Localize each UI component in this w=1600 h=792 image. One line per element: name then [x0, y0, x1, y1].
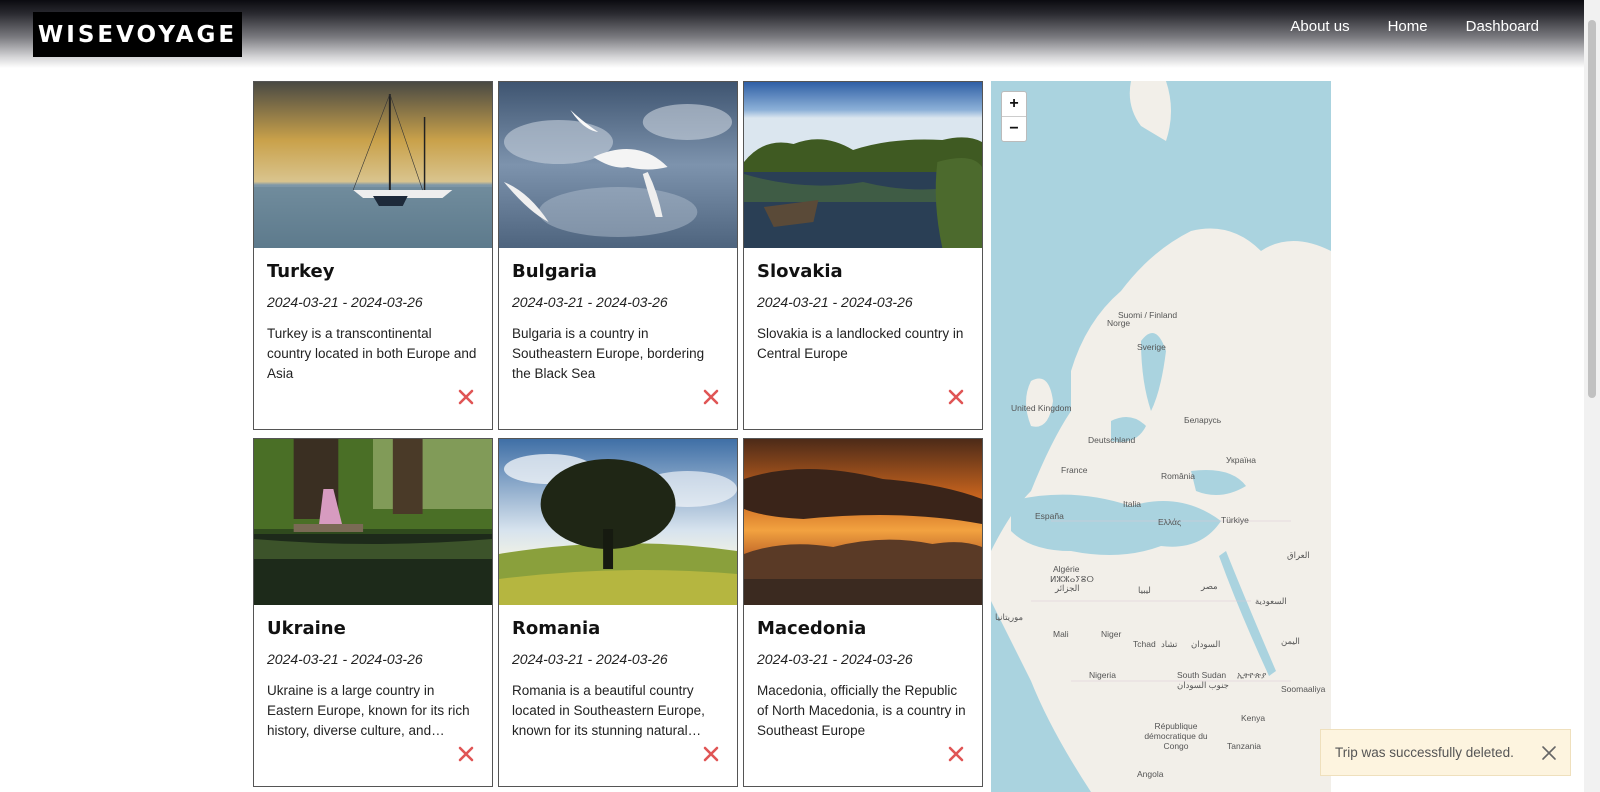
map-label: Беларусь: [1184, 415, 1222, 425]
map-label: République démocratique du Congo: [1144, 721, 1208, 751]
trip-title: Turkey: [267, 261, 335, 282]
map-label: Tchad: [1133, 639, 1156, 649]
trip-dates: 2024-03-21 - 2024-03-26: [512, 651, 668, 667]
map-label: Algérie: [1053, 564, 1080, 574]
nav-about-us[interactable]: About us: [1290, 18, 1349, 35]
logo[interactable]: WISEVOYAGE: [33, 12, 242, 57]
map-label: السعودية: [1255, 596, 1287, 606]
trip-card-macedonia: Macedonia 2024-03-21 - 2024-03-26 Macedo…: [743, 438, 983, 787]
trip-description: Bulgaria is a country in Southeastern Eu…: [512, 326, 705, 381]
trip-description: Turkey is a transcontinental country loc…: [267, 326, 477, 381]
map-label: Deutschland: [1088, 435, 1136, 445]
trip-title: Slovakia: [757, 261, 843, 282]
trip-dates: 2024-03-21 - 2024-03-26: [757, 651, 913, 667]
map-view[interactable]: + − Suomi / Finland Norge Sverige United…: [991, 81, 1331, 792]
map-label: موريتانيا: [995, 612, 1024, 622]
trip-description: Macedonia, officially the Republic of No…: [757, 683, 966, 738]
toast-notification: Trip was successfully deleted.: [1320, 729, 1571, 776]
map-label: Niger: [1101, 629, 1122, 639]
zoom-out-button[interactable]: −: [1002, 116, 1026, 141]
map-label: Kenya: [1241, 713, 1266, 723]
map-label: ኢትዮጵያ: [1237, 670, 1267, 680]
nav-home[interactable]: Home: [1388, 18, 1428, 35]
nav-dashboard[interactable]: Dashboard: [1466, 18, 1539, 35]
map-label: România: [1161, 471, 1196, 481]
delete-trip-icon[interactable]: [456, 387, 476, 407]
trip-card-bulgaria: Bulgaria 2024-03-21 - 2024-03-26 Bulgari…: [498, 81, 738, 430]
toast-message: Trip was successfully deleted.: [1335, 745, 1514, 760]
map-label: Soomaaliya: [1281, 684, 1326, 694]
trip-dates: 2024-03-21 - 2024-03-26: [267, 651, 423, 667]
trip-title: Ukraine: [267, 618, 346, 639]
delete-trip-icon[interactable]: [946, 387, 966, 407]
map-label: العراق: [1287, 550, 1310, 560]
map-label: Italia: [1123, 499, 1141, 509]
trip-title: Macedonia: [757, 618, 867, 639]
map-label: España: [1035, 511, 1064, 521]
trip-title: Bulgaria: [512, 261, 597, 282]
trip-image-tree: [499, 439, 737, 605]
trip-card-slovakia: Slovakia 2024-03-21 - 2024-03-26 Slovaki…: [743, 81, 983, 430]
map-label: Norge: [1107, 318, 1131, 328]
map-label: جنوب السودان: [1177, 680, 1229, 690]
delete-trip-icon[interactable]: [946, 744, 966, 764]
close-icon[interactable]: [1540, 744, 1558, 762]
main-nav: About us Home Dashboard: [1290, 18, 1539, 35]
map-label: مصر: [1201, 581, 1218, 591]
trip-card-romania: Romania 2024-03-21 - 2024-03-26 Romania …: [498, 438, 738, 787]
map-label: Tanzania: [1227, 741, 1262, 751]
map-label: ليبيا: [1138, 585, 1151, 595]
map-label: United Kingdom: [1011, 403, 1072, 413]
map-canvas: [991, 81, 1331, 792]
trip-image-forest: [254, 439, 492, 605]
trip-title: Romania: [512, 618, 601, 639]
trip-image-sailboats: [254, 82, 492, 248]
trip-description: Ukraine is a large country in Eastern Eu…: [267, 683, 470, 738]
delete-trip-icon[interactable]: [701, 744, 721, 764]
trip-image-seagulls: [499, 82, 737, 248]
map-label: Ελλάς: [1158, 517, 1182, 527]
map-label: South Sudan: [1177, 670, 1227, 680]
map-label: السودان: [1191, 639, 1221, 649]
map-label: الجزائر: [1055, 583, 1080, 593]
logo-text: WISEVOYAGE: [37, 21, 238, 48]
trip-dates: 2024-03-21 - 2024-03-26: [512, 294, 668, 310]
trip-image-lake: [744, 82, 982, 248]
delete-trip-icon[interactable]: [456, 744, 476, 764]
trip-card-turkey: Turkey 2024-03-21 - 2024-03-26 Turkey is…: [253, 81, 493, 430]
trip-dates: 2024-03-21 - 2024-03-26: [267, 294, 423, 310]
trip-card-ukraine: Ukraine 2024-03-21 - 2024-03-26 Ukraine …: [253, 438, 493, 787]
map-label: تشاد: [1161, 639, 1178, 649]
site-header: WISEVOYAGE About us Home Dashboard: [0, 0, 1584, 68]
map-label: France: [1061, 465, 1088, 475]
delete-trip-icon[interactable]: [701, 387, 721, 407]
map-label: اليمن: [1281, 636, 1300, 646]
map-label: Nigeria: [1089, 670, 1116, 680]
zoom-in-button[interactable]: +: [1002, 92, 1026, 116]
trip-image-sunset: [744, 439, 982, 605]
scrollbar-thumb[interactable]: [1588, 20, 1596, 398]
map-zoom-control: + −: [1001, 91, 1027, 142]
trip-description: Romania is a beautiful country located i…: [512, 683, 705, 738]
page-scrollbar[interactable]: [1584, 0, 1600, 792]
map-label: Angola: [1137, 769, 1164, 779]
map-label: Mali: [1053, 629, 1069, 639]
map-label: Україна: [1226, 455, 1256, 465]
map-label: Sverige: [1137, 342, 1166, 352]
map-label: Türkiye: [1221, 515, 1249, 525]
trip-description: Slovakia is a landlocked country in Cent…: [757, 326, 964, 361]
trip-dates: 2024-03-21 - 2024-03-26: [757, 294, 913, 310]
